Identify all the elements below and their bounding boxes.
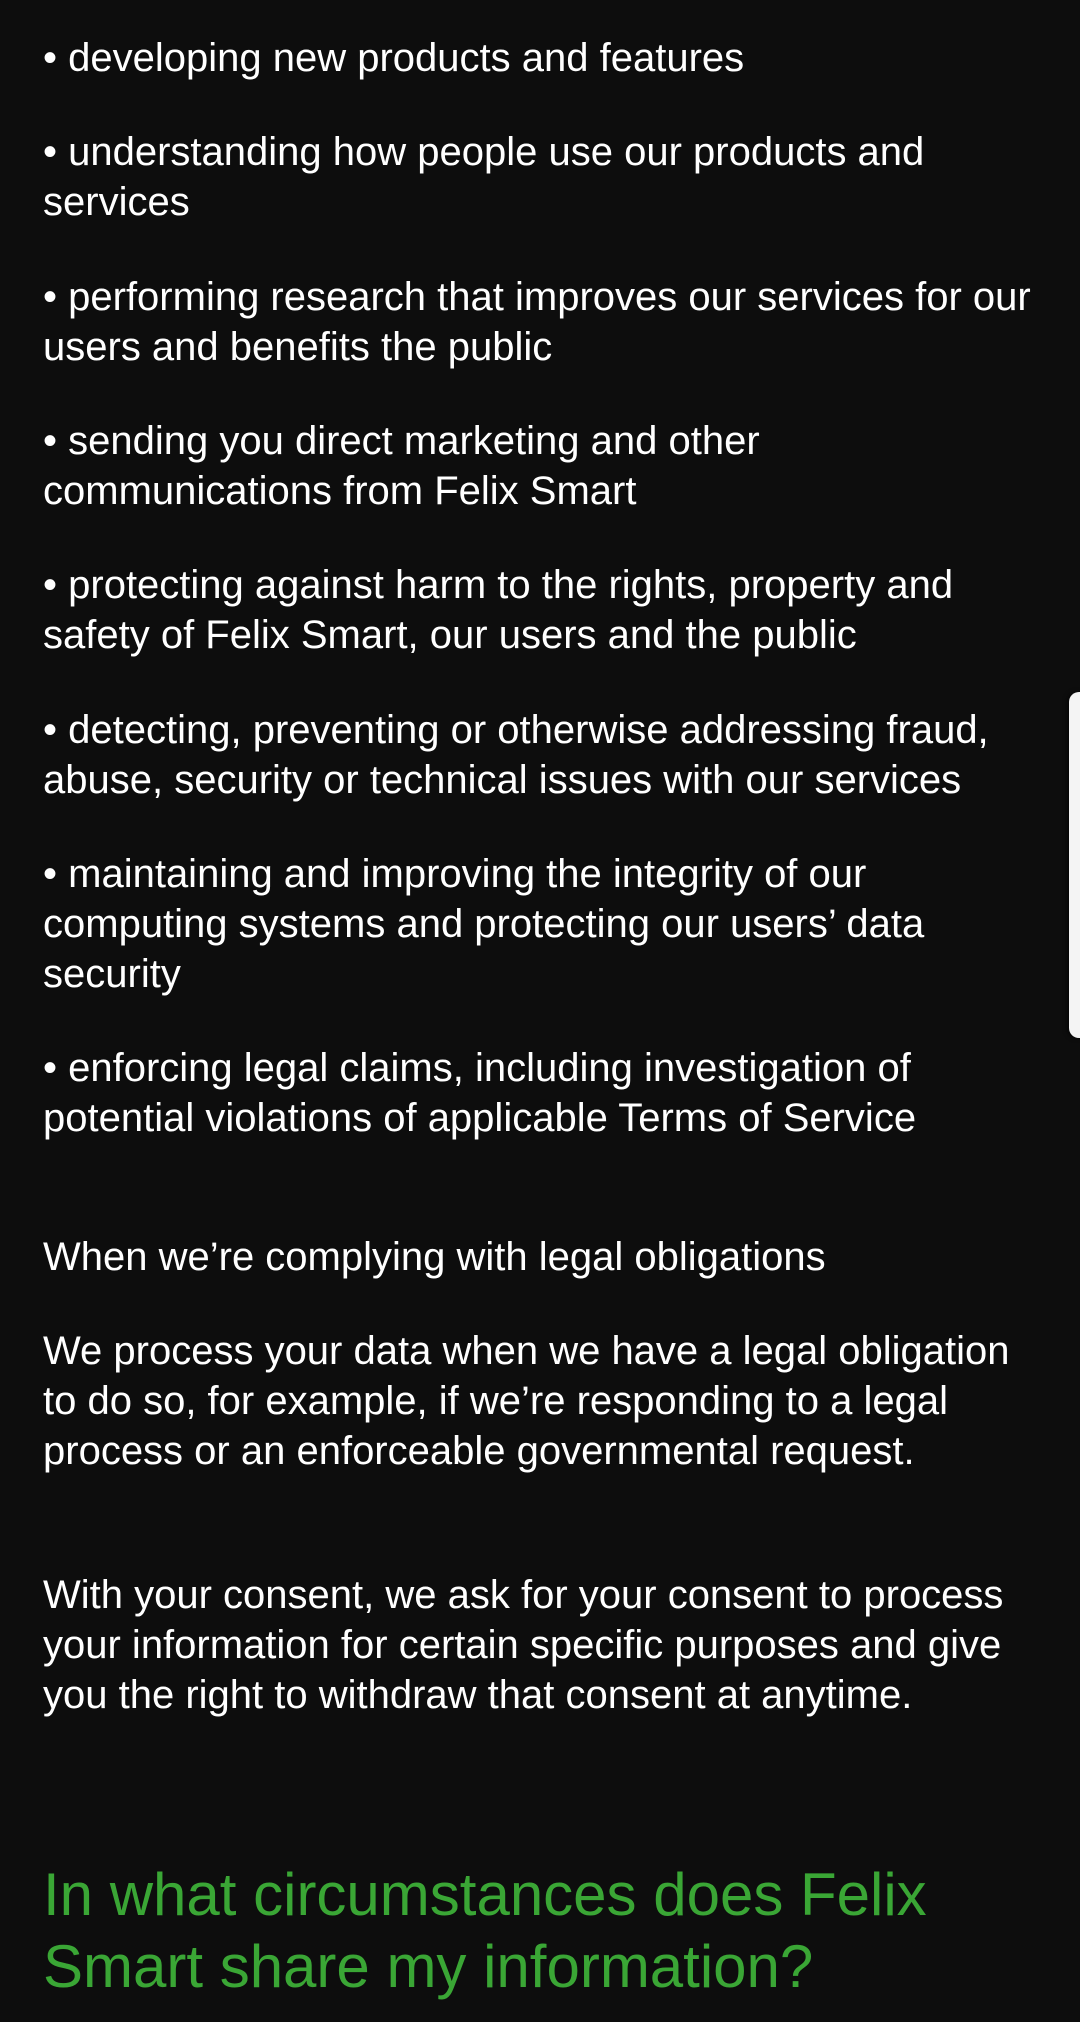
list-item: understanding how people use our product… [43,127,1043,227]
legal-obligations-paragraph: We process your data when we have a lega… [43,1329,1010,1473]
list-item: performing research that improves our se… [43,272,1043,372]
bullet-text: maintaining and improving the integrity … [43,852,924,996]
scrollbar-thumb[interactable] [1069,692,1080,1038]
bullet-text: protecting against harm to the rights, p… [43,563,953,657]
legal-obligations-subheading: When we’re complying with legal obligati… [43,1235,826,1279]
list-item: maintaining and improving the integrity … [43,849,1043,999]
bullet-text: understanding how people use our product… [43,130,924,224]
bullet-text: detecting, preventing or otherwise addre… [43,708,989,802]
section-heading: In what circumstances does Felix Smart s… [43,1861,927,2000]
bullet-text: developing new products and features [43,36,744,80]
list-item: sending you direct marketing and other c… [43,416,1043,516]
bullet-text: sending you direct marketing and other c… [43,419,760,513]
bullet-text: performing research that improves our se… [43,275,1031,369]
bullet-text: enforcing legal claims, including invest… [43,1046,916,1140]
list-item: protecting against harm to the rights, p… [43,560,1043,660]
list-item: detecting, preventing or otherwise addre… [43,705,1043,805]
list-item: enforcing legal claims, including invest… [43,1043,1043,1143]
consent-paragraph: With your consent, we ask for your conse… [43,1573,1004,1717]
list-item: developing new products and features [43,33,1043,83]
